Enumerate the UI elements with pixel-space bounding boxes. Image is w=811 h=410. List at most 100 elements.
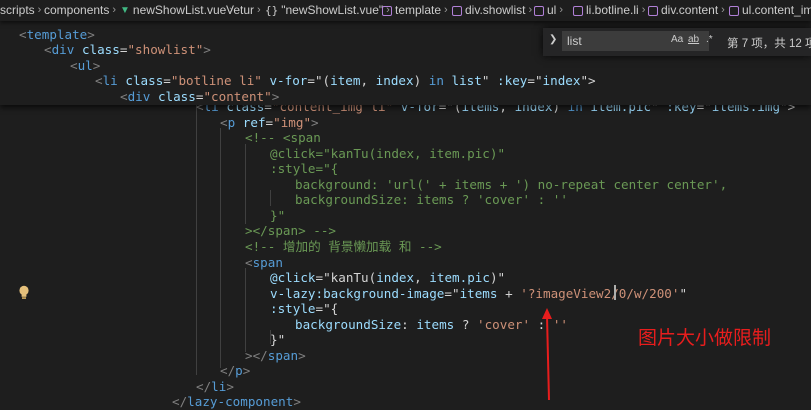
code-token: </ xyxy=(172,394,188,409)
code-token: + xyxy=(497,286,521,301)
element-icon xyxy=(534,5,544,16)
code-token: > xyxy=(87,27,95,42)
code-line[interactable]: <!-- <span xyxy=(245,130,321,146)
code-token: " xyxy=(481,73,498,88)
match-whole-word-button[interactable]: ab xyxy=(688,34,699,45)
code-line[interactable]: <ul> xyxy=(70,58,100,74)
breadcrumb-label: li.botline.li xyxy=(586,3,639,17)
code-token: , xyxy=(414,270,430,285)
code-line[interactable]: ></span> xyxy=(245,348,306,364)
breadcrumb-item[interactable]: scripts › xyxy=(0,0,41,21)
code-token: background: 'url(' + items + ') no-repea… xyxy=(295,177,728,192)
code-line[interactable]: background: 'url(' + items + ') no-repea… xyxy=(295,177,727,193)
code-line[interactable]: </p> xyxy=(220,363,250,379)
code-line[interactable]: backgroundSize: items ? 'cover' : '' xyxy=(295,317,568,333)
code-token: li xyxy=(102,73,118,88)
breadcrumb-label: ul.content_im xyxy=(742,3,811,17)
code-token: > xyxy=(271,89,280,104)
code-line[interactable]: ></span> --> xyxy=(245,223,336,239)
code-token: < xyxy=(19,27,27,42)
code-token: items xyxy=(416,317,455,332)
code-token: <!-- 增加的 背景懒加载 和 --> xyxy=(245,239,442,254)
code-line[interactable]: <p ref="img"> xyxy=(220,115,319,131)
breadcrumb-item[interactable]: Vetur › xyxy=(226,0,261,21)
code-line[interactable]: <span xyxy=(245,255,283,271)
code-token: p xyxy=(235,363,243,378)
breadcrumb-label: scripts xyxy=(0,3,35,17)
code-line[interactable]: </li> xyxy=(196,379,234,395)
code-token: "botline li" xyxy=(170,73,262,88)
breadcrumb-item[interactable]: div.showlist › xyxy=(452,0,532,21)
code-token: @click="kanTu(index, item.pic)" xyxy=(270,146,506,161)
breadcrumb-item[interactable]: ul.content_im xyxy=(729,0,811,21)
code-token: item xyxy=(330,73,361,88)
match-case-button[interactable]: Aa xyxy=(671,34,683,45)
code-line[interactable]: <template> xyxy=(19,27,95,43)
breadcrumb-item[interactable]: components › xyxy=(44,0,116,21)
chevron-right-icon: › xyxy=(641,4,646,16)
code-token: template xyxy=(26,27,88,42)
breadcrumb-label: "newShowList.vue" xyxy=(281,3,384,17)
code-token: </ xyxy=(220,363,236,378)
code-token: "content" xyxy=(203,89,272,104)
code-token: kanTu xyxy=(330,270,369,285)
code-token: @click xyxy=(270,270,316,285)
code-line[interactable]: backgroundSize: items ? 'cover' : '' xyxy=(295,192,568,208)
find-input[interactable] xyxy=(562,31,709,51)
lightbulb-icon[interactable] xyxy=(18,285,30,300)
chevron-right-icon: › xyxy=(444,4,448,16)
breadcrumb-item[interactable]: ▼ newShowList.vue › xyxy=(120,0,233,21)
code-token: < xyxy=(245,255,253,270)
code-token: "showlist" xyxy=(127,42,204,57)
code-line[interactable]: }" xyxy=(270,208,285,224)
breadcrumb[interactable]: scripts › components › ▼ newShowList.vue › V… xyxy=(0,0,811,21)
code-line[interactable]: </lazy-component> xyxy=(172,394,301,410)
regex-button[interactable]: .* xyxy=(706,34,713,45)
code-token: > xyxy=(311,115,319,130)
code-token: in xyxy=(428,73,444,88)
code-token: , xyxy=(360,73,376,88)
find-widget[interactable]: ❯ Aa ab .* 第 7 项，共 12 项 xyxy=(543,28,811,56)
breadcrumb-item[interactable]: template › xyxy=(382,0,448,21)
code-token: < xyxy=(120,89,128,104)
breadcrumb-label: ul xyxy=(547,3,557,17)
indent-guide xyxy=(245,268,246,352)
code-line[interactable]: <li class="botline li" v-for="(item, ind… xyxy=(95,73,596,89)
code-line[interactable]: }" xyxy=(270,332,285,348)
element-icon xyxy=(382,5,392,16)
indent-guide xyxy=(245,144,246,224)
code-line[interactable]: @click="kanTu(index, item.pic)" xyxy=(270,146,505,162)
code-token: < xyxy=(70,58,78,73)
code-token: " xyxy=(679,286,688,301)
code-token: div xyxy=(51,42,75,57)
code-line[interactable]: @click="kanTu(index, item.pic)" xyxy=(270,270,505,286)
code-line[interactable]: <div class="content"> xyxy=(120,89,279,105)
breadcrumb-item[interactable]: {} "newShowList.vue" › xyxy=(265,0,390,21)
code-token: index xyxy=(376,270,415,285)
chevron-right-icon: › xyxy=(112,4,117,16)
code-token: )" xyxy=(489,270,506,285)
code-token: v-for xyxy=(269,73,308,88)
breadcrumb-item[interactable]: li.botline.li › xyxy=(573,0,645,21)
code-token: item.pic xyxy=(429,270,490,285)
code-line[interactable]: <div class="showlist"> xyxy=(44,42,211,58)
code-token: > xyxy=(92,58,101,73)
code-token: class xyxy=(81,42,120,57)
code-line[interactable]: :style="{ xyxy=(270,161,338,177)
code-token: = xyxy=(163,73,171,88)
chevron-right-icon[interactable]: ❯ xyxy=(549,34,557,45)
code-line[interactable]: <!-- 增加的 背景懒加载 和 --> xyxy=(245,239,442,255)
code-token: }" xyxy=(270,332,286,347)
code-line[interactable]: :style="{ xyxy=(270,301,338,317)
code-line[interactable]: v-lazy:background-image="items + '?image… xyxy=(270,286,687,302)
breadcrumb-item[interactable]: ul › xyxy=(534,0,563,21)
code-token: > xyxy=(226,379,234,394)
indent-guide xyxy=(270,190,271,206)
breadcrumb-item[interactable]: div.content › xyxy=(648,0,725,21)
breadcrumb-label: div.content xyxy=(661,3,719,17)
breadcrumb-label: div.showlist xyxy=(465,3,526,17)
code-token: : xyxy=(401,317,417,332)
code-token: items xyxy=(459,286,498,301)
chevron-right-icon: › xyxy=(257,4,261,16)
